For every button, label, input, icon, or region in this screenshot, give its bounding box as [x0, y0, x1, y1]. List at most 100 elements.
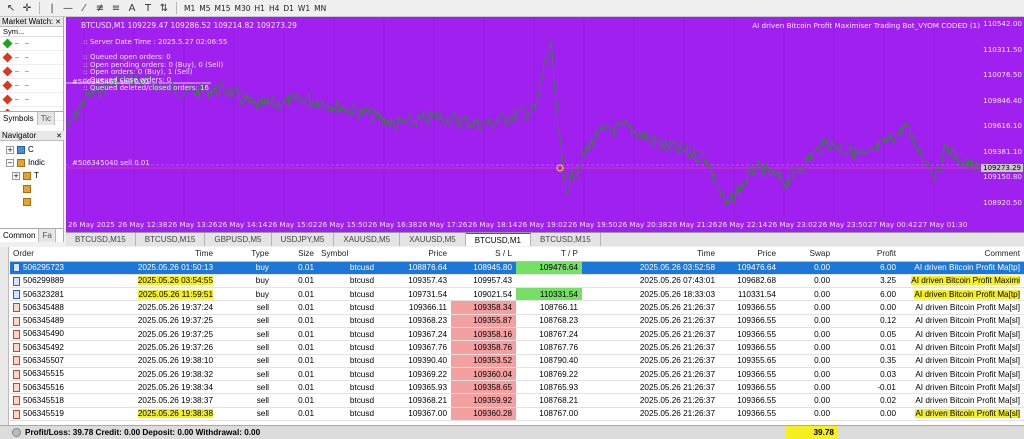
crosshair-icon[interactable]: ✛	[20, 2, 34, 15]
timeframe-m30[interactable]: M30	[233, 3, 253, 14]
arrows-tool-icon[interactable]: ⇅	[157, 2, 171, 15]
column-header[interactable]: Type	[217, 247, 273, 262]
chart-tab[interactable]: XAUUSD,M5	[400, 233, 466, 246]
label-tool-icon[interactable]: T	[141, 2, 155, 15]
column-header[interactable]: Comment	[900, 247, 1024, 262]
cell-time2: 2025.05.26 21:26:37	[582, 327, 719, 342]
cell-text: 109682.68	[737, 276, 776, 286]
column-header[interactable]: Time	[582, 247, 719, 262]
trendline-icon[interactable]: ⁄	[77, 2, 91, 15]
market-watch-row[interactable]: – –	[0, 93, 63, 107]
column-header[interactable]: Profit	[834, 247, 900, 262]
market-watch-header[interactable]: Sym...	[0, 27, 63, 37]
navigator-item-accounts[interactable]: + C	[0, 143, 64, 156]
timeframe-h4[interactable]: H4	[267, 3, 281, 14]
timeframe-mn[interactable]: MN	[312, 3, 328, 14]
timeframe-m1[interactable]: M1	[182, 3, 197, 14]
market-watch-row[interactable]: – –	[0, 37, 63, 51]
table-row[interactable]: 506345507 2025.05.26 19:38:10 sell 0.01 btcu…	[10, 354, 1024, 368]
fibonacci-icon[interactable]: ≡	[109, 2, 123, 15]
chart-tab[interactable]: GBPUSD,M5	[205, 233, 272, 246]
cell-swap: 0.00	[780, 407, 834, 422]
timeframe-w1[interactable]: W1	[296, 3, 312, 14]
market-watch-tabs: Symbols Tic	[0, 111, 64, 125]
column-header[interactable]: T / P	[516, 247, 582, 262]
channel-icon[interactable]: ≢	[93, 2, 107, 15]
column-header[interactable]: Symbol	[318, 247, 378, 262]
price-chart[interactable]: BTCUSD,M1 109229.47 109286.52 109214.82 …	[66, 17, 1024, 232]
column-header[interactable]: Price	[378, 247, 451, 262]
close-icon[interactable]: ✕	[55, 17, 63, 26]
accounts-icon	[17, 145, 25, 154]
cell-profit: 0.05	[834, 327, 900, 342]
tab-favorites[interactable]: Fa	[39, 229, 56, 242]
cell-text: 2025.05.26 21:26:37	[639, 303, 715, 313]
market-watch-row[interactable]: – –	[0, 51, 63, 65]
market-watch-row[interactable]: – –	[0, 65, 63, 79]
column-header[interactable]: Order	[10, 247, 80, 262]
cell-text: 109476.64	[737, 263, 776, 273]
order-number: 506345507	[23, 356, 64, 366]
column-header[interactable]: Price	[719, 247, 780, 262]
cursor-icon[interactable]: ↖	[4, 2, 18, 15]
sell-order-icon	[13, 369, 20, 379]
cell-text: btcusd	[349, 356, 374, 366]
column-header[interactable]: Size	[273, 247, 318, 262]
timeframe-m15[interactable]: M15	[213, 3, 233, 14]
market-watch-row[interactable]: – –	[0, 79, 63, 93]
terminal-panel: Order Time Type Size Symbol Price S / LT / P Ti…	[0, 247, 1024, 439]
chart-tab[interactable]: BTCUSD,M15	[136, 233, 206, 246]
table-row[interactable]: 506345492 2025.05.26 19:37:26 sell 0.01 btcu…	[10, 340, 1024, 355]
cell-text: 0.00	[880, 409, 896, 419]
column-header[interactable]: S / L	[451, 247, 516, 262]
close-icon[interactable]: ✕	[56, 131, 64, 140]
timeframe-m5[interactable]: M5	[197, 3, 212, 14]
expert-advisor-name: AI driven Bitcoin Profit Maximiser Tradi…	[752, 21, 980, 30]
collapse-icon[interactable]: −	[6, 158, 14, 167]
order-number: 506345489	[23, 316, 64, 326]
vertical-line-icon[interactable]: |	[45, 2, 59, 15]
expand-icon[interactable]: +	[12, 171, 20, 180]
timeframe-d1[interactable]: D1	[281, 3, 296, 14]
expand-icon[interactable]: +	[6, 145, 14, 154]
chart-tab[interactable]: BTCUSD,M1	[465, 233, 531, 246]
table-row[interactable]: 506345515 2025.05.26 19:38:32 sell 0.01 btcu…	[10, 367, 1024, 382]
table-row[interactable]: 506295723 2025.05.26 01:50:13 buy 0.01 btcus…	[10, 261, 1024, 275]
column-header[interactable]: Swap	[780, 247, 834, 262]
table-row[interactable]: 506345489 2025.05.26 19:37:25 sell 0.01 btcu…	[10, 314, 1024, 328]
cell-size: 0.01	[273, 354, 318, 368]
cell-swap: 0.00	[780, 261, 834, 275]
cell-text: 2025.05.26 19:38:32	[137, 369, 213, 379]
table-row[interactable]: 506299889 2025.05.26 03:54:55 buy 0.01 btcus…	[10, 274, 1024, 289]
cell-text: 109368.21	[408, 396, 447, 406]
account-history-table: Order Time Type Size Symbol Price S / LT / P Ti…	[10, 247, 1024, 422]
table-row[interactable]: 506345490 2025.05.26 19:37:25 sell 0.01 btcu…	[10, 327, 1024, 342]
navigator-item-folder[interactable]	[0, 182, 64, 195]
table-row[interactable]: 506345516 2025.05.26 19:38:34 sell 0.01 btcu…	[10, 380, 1024, 395]
cell-text: 109355.87	[473, 316, 512, 326]
cell-text: sell	[256, 369, 269, 379]
navigator-item-trend[interactable]: + T	[0, 169, 64, 182]
tab-symbols[interactable]: Symbols	[0, 112, 38, 125]
timeframe-h1[interactable]: H1	[253, 3, 267, 14]
table-row[interactable]: 506345488 2025.05.26 19:37:24 sell 0.01 btcu…	[10, 300, 1024, 315]
navigator-item-folder[interactable]	[0, 195, 64, 208]
time-tick-label: 26 May 19:50	[568, 220, 618, 229]
cell-symbol: btcusd	[318, 367, 378, 382]
chart-tab[interactable]: USDJPY,M5	[272, 233, 335, 246]
text-tool-icon[interactable]: A	[125, 2, 139, 15]
table-row[interactable]: 506345518 2025.05.26 19:38:37 sell 0.01 btcu…	[10, 393, 1024, 408]
market-watch-list: – –– –– –– –– –– –	[0, 37, 63, 121]
tab-common[interactable]: Common	[0, 229, 40, 242]
table-row[interactable]: 506345519 2025.05.26 19:38:38 sell 0.01 btcu…	[10, 407, 1024, 422]
chart-tab[interactable]: BTCUSD,M15	[531, 233, 601, 246]
navigator-item-indicators[interactable]: − Indic	[0, 156, 64, 169]
cell-text: 2025.05.26 11:59:51	[138, 289, 213, 299]
tab-tick-chart[interactable]: Tic	[37, 112, 56, 125]
chart-tab[interactable]: XAUUSD,M5	[334, 233, 401, 246]
column-header[interactable]: Time	[80, 247, 217, 262]
cell-sl: 109358.76	[451, 340, 516, 355]
chart-tab[interactable]: BTCUSD,M15	[66, 233, 136, 246]
horizontal-line-icon[interactable]: —	[61, 2, 75, 15]
table-row[interactable]: 506323281 2025.05.26 11:59:51 buy 0.01 btcus…	[10, 287, 1024, 302]
